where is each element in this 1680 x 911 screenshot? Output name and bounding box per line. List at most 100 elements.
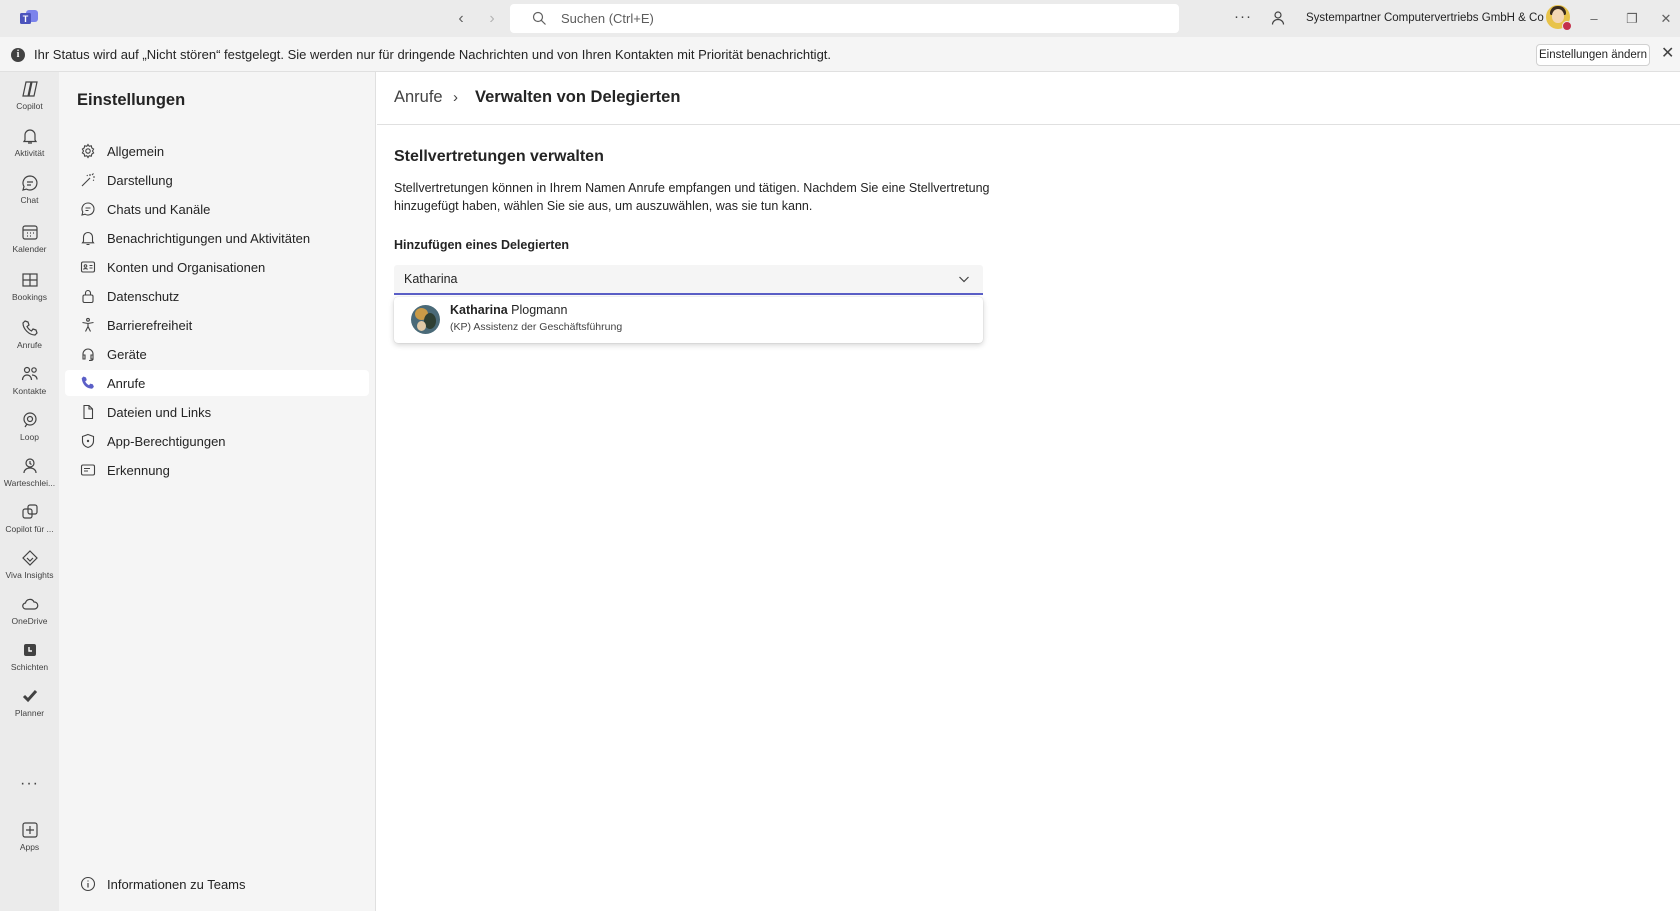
breadcrumb: Anrufe › Verwalten von Delegierten xyxy=(377,72,1680,125)
recognition-icon xyxy=(80,464,96,476)
wand-icon xyxy=(81,173,95,187)
planner-icon xyxy=(22,690,37,703)
rail-item-bookings[interactable]: Bookings xyxy=(0,265,59,313)
maximize-icon[interactable]: ❐ xyxy=(1622,9,1642,29)
rail-label: Loop xyxy=(20,432,39,442)
chevron-down-icon[interactable] xyxy=(958,273,970,285)
minimize-icon[interactable]: – xyxy=(1584,9,1604,29)
more-options-icon[interactable]: ··· xyxy=(1234,8,1252,25)
search-box[interactable] xyxy=(510,4,1179,33)
about-teams-label: Informationen zu Teams xyxy=(107,877,246,892)
search-icon xyxy=(532,11,546,25)
rail-label: Aktivität xyxy=(14,148,45,158)
suggestion-subtitle: (KP) Assistenz der Geschäftsführung xyxy=(450,321,623,333)
organization-name[interactable]: Systempartner Computervertriebs GmbH & C… xyxy=(1306,12,1564,24)
settings-item-label: Geräte xyxy=(107,347,147,362)
settings-item-chats[interactable]: Chats und Kanäle xyxy=(65,196,369,222)
more-apps-icon[interactable]: ··· xyxy=(0,775,59,793)
chat-icon xyxy=(21,175,38,191)
add-delegate-combobox[interactable] xyxy=(394,265,983,295)
settings-item-accounts[interactable]: Konten und Organisationen xyxy=(65,254,369,280)
settings-item-calls[interactable]: Anrufe xyxy=(65,370,369,396)
settings-item-app-permissions[interactable]: App-Berechtigungen xyxy=(65,428,369,454)
teams-logo-icon[interactable]: T xyxy=(19,9,39,27)
settings-item-appearance[interactable]: Darstellung xyxy=(65,167,369,193)
settings-item-label: Anrufe xyxy=(107,376,146,391)
phone-icon xyxy=(81,376,94,389)
settings-item-accessibility[interactable]: Barrierefreiheit xyxy=(65,312,369,338)
shifts-icon xyxy=(23,644,36,656)
section-title: Stellvertretungen verwalten xyxy=(394,148,604,165)
app-rail: Copilot Aktivität Chat Kalender Bookings… xyxy=(0,72,59,911)
settings-item-devices[interactable]: Geräte xyxy=(65,341,369,367)
close-banner-icon[interactable]: ✕ xyxy=(1661,45,1674,63)
rail-label: Warteschlei... xyxy=(3,478,56,488)
close-icon[interactable]: ✕ xyxy=(1656,9,1676,29)
viva-insights-icon xyxy=(21,550,38,566)
settings-sidebar: Einstellungen Allgemein Darstellung Chat… xyxy=(59,72,376,911)
forward-icon[interactable]: › xyxy=(482,9,502,29)
rail-item-chat[interactable]: Chat xyxy=(0,168,59,216)
suggestion-name-rest: Plogmann xyxy=(507,303,568,317)
rail-label: Viva Insights xyxy=(5,570,54,580)
settings-item-label: Konten und Organisationen xyxy=(107,260,266,275)
rail-item-shifts[interactable]: Schichten xyxy=(0,635,59,683)
suggestion-dropdown: Katharina Plogmann (KP) Assistenz der Ge… xyxy=(394,297,983,343)
contacts-icon xyxy=(21,366,38,381)
rail-item-activity[interactable]: Aktivität xyxy=(0,121,59,169)
accessibility-icon xyxy=(82,317,94,332)
settings-item-recognition[interactable]: Erkennung xyxy=(65,457,369,483)
bell-icon xyxy=(81,231,95,246)
change-settings-button[interactable]: Einstellungen ändern xyxy=(1536,44,1650,66)
suggestion-name-match: Katharina xyxy=(450,303,508,317)
search-input[interactable] xyxy=(561,4,1161,33)
rail-item-apps[interactable]: Apps xyxy=(0,815,59,863)
gear-icon xyxy=(81,143,95,159)
do-not-disturb-status-icon xyxy=(1562,21,1572,31)
rail-item-calendar[interactable]: Kalender xyxy=(0,217,59,265)
rail-item-copilot-studio[interactable]: Copilot für ... xyxy=(0,497,59,545)
rail-item-onedrive[interactable]: OneDrive xyxy=(0,589,59,637)
settings-item-notifications[interactable]: Benachrichtigungen und Aktivitäten xyxy=(65,225,369,251)
rail-label: Kalender xyxy=(12,244,47,254)
loop-icon xyxy=(22,412,37,428)
section-description: Stellvertretungen können in Ihrem Namen … xyxy=(394,181,990,213)
about-teams-link[interactable]: Informationen zu Teams xyxy=(65,871,369,897)
rail-item-planner[interactable]: Planner xyxy=(0,681,59,729)
copilot-icon xyxy=(21,81,38,97)
rail-item-loop[interactable]: Loop xyxy=(0,405,59,453)
rail-item-copilot[interactable]: Copilot xyxy=(0,74,59,122)
rail-item-queues[interactable]: Warteschlei... xyxy=(0,451,59,499)
add-apps-icon xyxy=(21,822,38,838)
rail-item-contacts[interactable]: Kontakte xyxy=(0,359,59,407)
queue-icon xyxy=(22,458,37,474)
rail-label: Kontakte xyxy=(12,386,47,396)
breadcrumb-chevron-icon: › xyxy=(453,89,458,106)
rail-label: Copilot xyxy=(16,101,43,111)
people-icon[interactable] xyxy=(1270,10,1286,26)
settings-item-files[interactable]: Dateien und Links xyxy=(65,399,369,425)
settings-item-label: Datenschutz xyxy=(107,289,180,304)
breadcrumb-parent-link[interactable]: Anrufe xyxy=(394,88,443,107)
settings-title: Einstellungen xyxy=(77,91,186,109)
rail-label: Schichten xyxy=(10,662,49,672)
settings-item-label: Dateien und Links xyxy=(107,405,212,420)
page-title: Verwalten von Delegierten xyxy=(475,88,681,106)
add-delegate-input[interactable] xyxy=(404,265,944,293)
main-content: Anrufe › Verwalten von Delegierten Stell… xyxy=(377,72,1680,911)
status-banner: i Ihr Status wird auf „Nicht stören“ fes… xyxy=(0,37,1680,72)
rail-item-viva-insights[interactable]: Viva Insights xyxy=(0,543,59,591)
rail-label: Anrufe xyxy=(16,340,43,350)
back-icon[interactable]: ‹ xyxy=(451,9,471,29)
id-card-icon xyxy=(80,261,96,273)
rail-item-calls[interactable]: Anrufe xyxy=(0,313,59,361)
settings-item-label: Darstellung xyxy=(107,173,173,188)
suggestion-item[interactable]: Katharina Plogmann (KP) Assistenz der Ge… xyxy=(394,297,983,343)
rail-label: Chat xyxy=(20,195,39,205)
settings-item-general[interactable]: Allgemein xyxy=(65,138,369,164)
document-icon xyxy=(83,404,94,420)
title-bar: T ‹ › ··· Systempartner Computervertrieb… xyxy=(0,0,1680,37)
settings-item-privacy[interactable]: Datenschutz xyxy=(65,283,369,309)
settings-item-label: Allgemein xyxy=(107,144,165,159)
rail-label: Copilot für ... xyxy=(5,524,54,534)
